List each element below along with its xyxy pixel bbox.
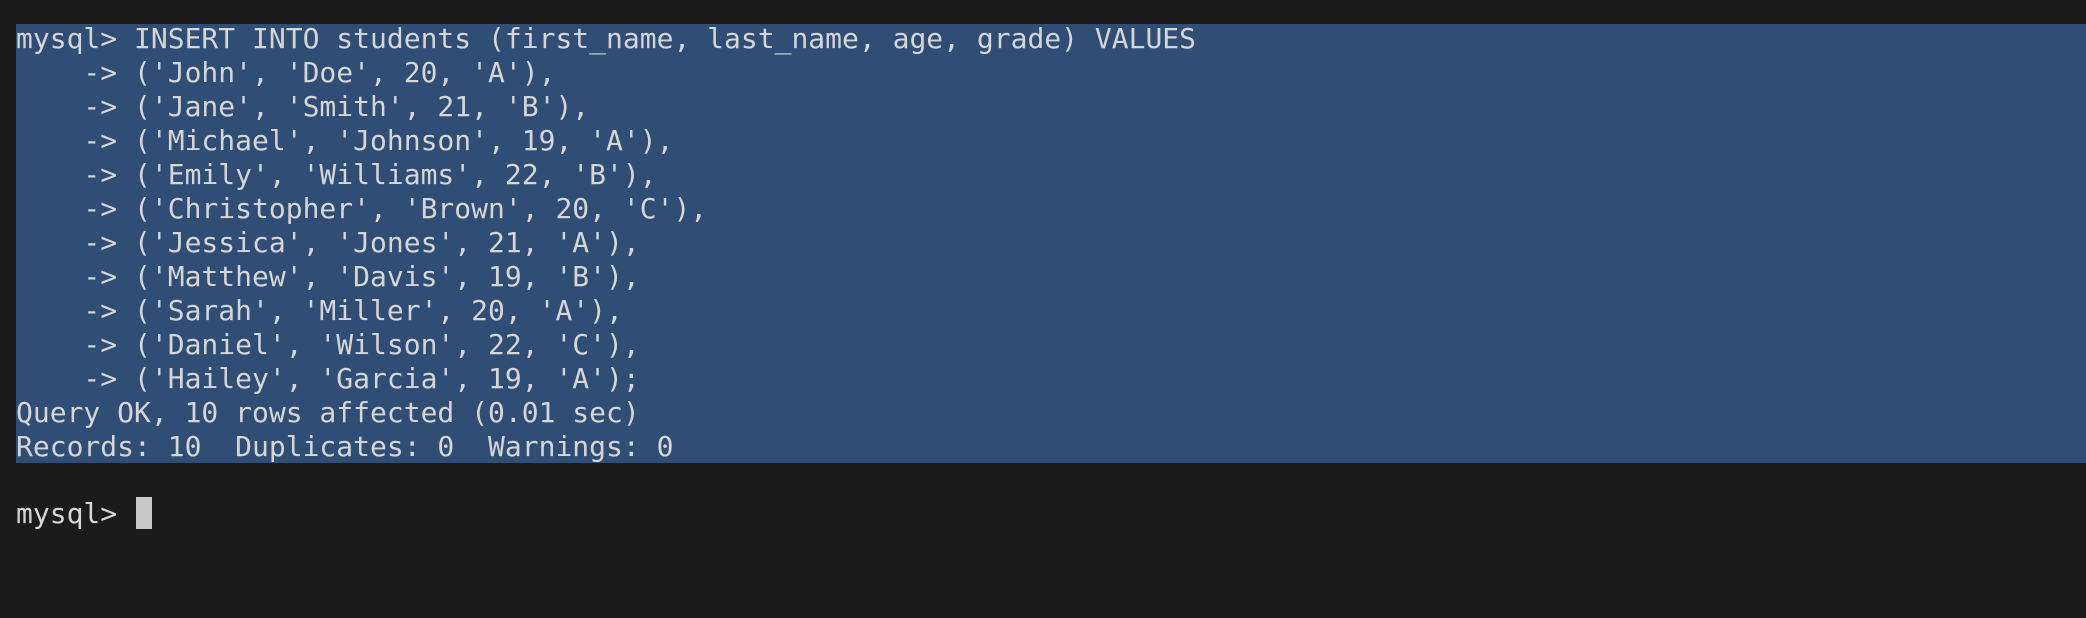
terminal-line-continuation: -> ('Jane', 'Smith', 21, 'B'), (16, 90, 590, 123)
terminal-line-continuation: -> ('Matthew', 'Davis', 19, 'B'), (16, 260, 640, 293)
terminal-line-continuation: -> ('Sarah', 'Miller', 20, 'A'), (16, 294, 623, 327)
terminal-output: mysql> INSERT INTO students (first_name,… (16, 22, 1196, 464)
terminal-line-continuation: -> ('Hailey', 'Garcia', 19, 'A'); (16, 362, 640, 395)
terminal-line-continuation: -> ('Christopher', 'Brown', 20, 'C'), (16, 192, 708, 225)
command-prompt-line[interactable]: mysql> (16, 497, 153, 531)
terminal-line-insert-command: mysql> INSERT INTO students (first_name,… (16, 22, 1197, 55)
terminal-line-continuation: -> ('Michael', 'Johnson', 19, 'A'), (16, 124, 674, 157)
terminal-line-continuation: -> ('Daniel', 'Wilson', 22, 'C'), (16, 328, 640, 361)
terminal-line-continuation: -> ('Jessica', 'Jones', 21, 'A'), (16, 226, 640, 259)
terminal-window[interactable]: mysql> INSERT INTO students (first_name,… (0, 0, 2086, 618)
terminal-line-continuation: -> ('John', 'Doe', 20, 'A'), (16, 56, 556, 89)
terminal-line-records-summary: Records: 10 Duplicates: 0 Warnings: 0 (16, 430, 674, 463)
terminal-line-query-result: Query OK, 10 rows affected (0.01 sec) (16, 396, 640, 429)
terminal-line-continuation: -> ('Emily', 'Williams', 22, 'B'), (16, 158, 657, 191)
prompt-label: mysql> (16, 497, 135, 530)
text-cursor (136, 497, 153, 529)
